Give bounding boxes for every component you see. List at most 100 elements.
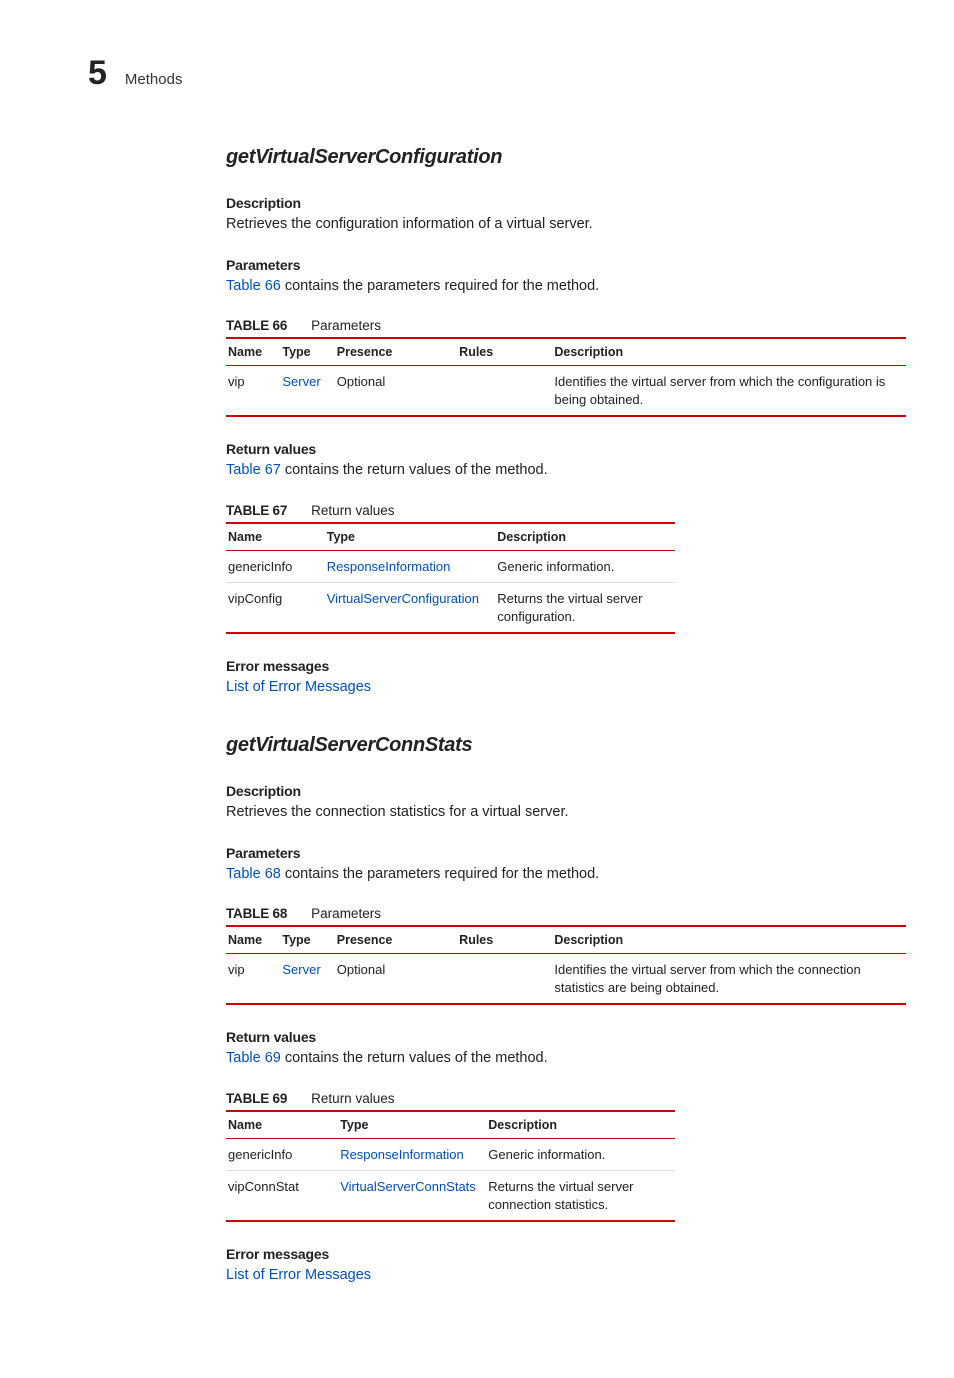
parameters-intro-suffix: contains the parameters required for the… — [281, 278, 599, 294]
return-table: Name Type Description genericInfo Respon… — [226, 1110, 675, 1223]
table-header-row: Name Type Description — [226, 1111, 675, 1139]
cell-description: Generic information. — [495, 550, 675, 583]
cell-description: Returns the virtual server connection st… — [486, 1171, 675, 1222]
table-header: Description — [552, 926, 906, 954]
table-header: Description — [486, 1111, 675, 1139]
table-caption: TABLE 67 Return values — [226, 503, 906, 518]
table-header: Name — [226, 523, 325, 551]
cell-rules — [457, 954, 552, 1005]
return-intro: Table 69 contains the return values of t… — [226, 1049, 906, 1069]
return-intro-suffix: contains the return values of the method… — [281, 1050, 548, 1066]
table-row: vip Server Optional Identifies the virtu… — [226, 366, 906, 417]
method-title: getVirtualServerConfiguration — [226, 146, 906, 169]
method-section: getVirtualServerConnStats Description Re… — [226, 734, 906, 1286]
table-header: Type — [280, 926, 334, 954]
cell-name: vipConnStat — [226, 1171, 338, 1222]
cell-type: ResponseInformation — [338, 1138, 486, 1171]
return-table: Name Type Description genericInfo Respon… — [226, 522, 675, 635]
table-header: Type — [280, 338, 334, 366]
parameters-table: Name Type Presence Rules Description vip… — [226, 925, 906, 1005]
table-caption-label: TABLE 68 — [226, 906, 287, 921]
table-header-row: Name Type Description — [226, 523, 675, 551]
table-header: Description — [495, 523, 675, 551]
table-header-row: Name Type Presence Rules Description — [226, 338, 906, 366]
table-caption-label: TABLE 66 — [226, 318, 287, 333]
table-header: Presence — [335, 338, 457, 366]
error-link-line: List of Error Messages — [226, 1266, 906, 1286]
type-link[interactable]: ResponseInformation — [340, 1147, 464, 1162]
cell-type: ResponseInformation — [325, 550, 496, 583]
cell-name: vipConfig — [226, 583, 325, 634]
return-heading: Return values — [226, 1029, 906, 1045]
table-header: Type — [338, 1111, 486, 1139]
table-header: Type — [325, 523, 496, 551]
return-intro-suffix: contains the return values of the method… — [281, 462, 548, 478]
cell-type: Server — [280, 366, 334, 417]
return-intro: Table 67 contains the return values of t… — [226, 461, 906, 481]
type-link[interactable]: Server — [282, 962, 320, 977]
error-heading: Error messages — [226, 1246, 906, 1262]
cell-rules — [457, 366, 552, 417]
cell-type: VirtualServerConnStats — [338, 1171, 486, 1222]
cell-description: Identifies the virtual server from which… — [552, 366, 906, 417]
cell-name: genericInfo — [226, 1138, 338, 1171]
table-ref-link[interactable]: Table 67 — [226, 462, 281, 478]
content-area: getVirtualServerConfiguration Descriptio… — [226, 146, 906, 1286]
cell-name: vip — [226, 366, 280, 417]
method-section: getVirtualServerConfiguration Descriptio… — [226, 146, 906, 698]
chapter-number: 5 — [88, 56, 107, 90]
table-header: Name — [226, 338, 280, 366]
table-row: genericInfo ResponseInformation Generic … — [226, 1138, 675, 1171]
type-link[interactable]: VirtualServerConnStats — [340, 1179, 476, 1194]
table-row: vipConfig VirtualServerConfiguration Ret… — [226, 583, 675, 634]
table-caption: TABLE 66 Parameters — [226, 318, 906, 333]
table-row: vip Server Optional Identifies the virtu… — [226, 954, 906, 1005]
cell-type: VirtualServerConfiguration — [325, 583, 496, 634]
table-caption-text: Return values — [311, 503, 394, 518]
table-header: Name — [226, 1111, 338, 1139]
table-caption-text: Parameters — [311, 318, 381, 333]
method-title: getVirtualServerConnStats — [226, 734, 906, 757]
table-header: Presence — [335, 926, 457, 954]
table-header-row: Name Type Presence Rules Description — [226, 926, 906, 954]
cell-description: Generic information. — [486, 1138, 675, 1171]
table-caption-text: Parameters — [311, 906, 381, 921]
type-link[interactable]: ResponseInformation — [327, 559, 451, 574]
table-row: genericInfo ResponseInformation Generic … — [226, 550, 675, 583]
description-heading: Description — [226, 783, 906, 799]
cell-name: vip — [226, 954, 280, 1005]
table-caption: TABLE 69 Return values — [226, 1091, 906, 1106]
table-caption-label: TABLE 67 — [226, 503, 287, 518]
table-caption-label: TABLE 69 — [226, 1091, 287, 1106]
parameters-heading: Parameters — [226, 257, 906, 273]
table-header: Description — [552, 338, 906, 366]
parameters-intro: Table 66 contains the parameters require… — [226, 277, 906, 297]
cell-description: Identifies the virtual server from which… — [552, 954, 906, 1005]
type-link[interactable]: Server — [282, 374, 320, 389]
cell-type: Server — [280, 954, 334, 1005]
table-header: Rules — [457, 926, 552, 954]
parameters-table: Name Type Presence Rules Description vip… — [226, 337, 906, 417]
description-heading: Description — [226, 195, 906, 211]
error-heading: Error messages — [226, 658, 906, 674]
type-link[interactable]: VirtualServerConfiguration — [327, 591, 479, 606]
table-ref-link[interactable]: Table 68 — [226, 866, 281, 882]
return-heading: Return values — [226, 441, 906, 457]
page-header: 5 Methods — [88, 56, 906, 90]
table-ref-link[interactable]: Table 66 — [226, 278, 281, 294]
description-text: Retrieves the connection statistics for … — [226, 803, 906, 823]
table-caption: TABLE 68 Parameters — [226, 906, 906, 921]
table-row: vipConnStat VirtualServerConnStats Retur… — [226, 1171, 675, 1222]
error-link-line: List of Error Messages — [226, 678, 906, 698]
error-messages-link[interactable]: List of Error Messages — [226, 679, 371, 695]
table-caption-text: Return values — [311, 1091, 394, 1106]
table-header: Rules — [457, 338, 552, 366]
parameters-heading: Parameters — [226, 845, 906, 861]
error-messages-link[interactable]: List of Error Messages — [226, 1267, 371, 1283]
cell-presence: Optional — [335, 954, 457, 1005]
table-header: Name — [226, 926, 280, 954]
description-text: Retrieves the configuration information … — [226, 215, 906, 235]
table-ref-link[interactable]: Table 69 — [226, 1050, 281, 1066]
cell-description: Returns the virtual server configuration… — [495, 583, 675, 634]
parameters-intro-suffix: contains the parameters required for the… — [281, 866, 599, 882]
